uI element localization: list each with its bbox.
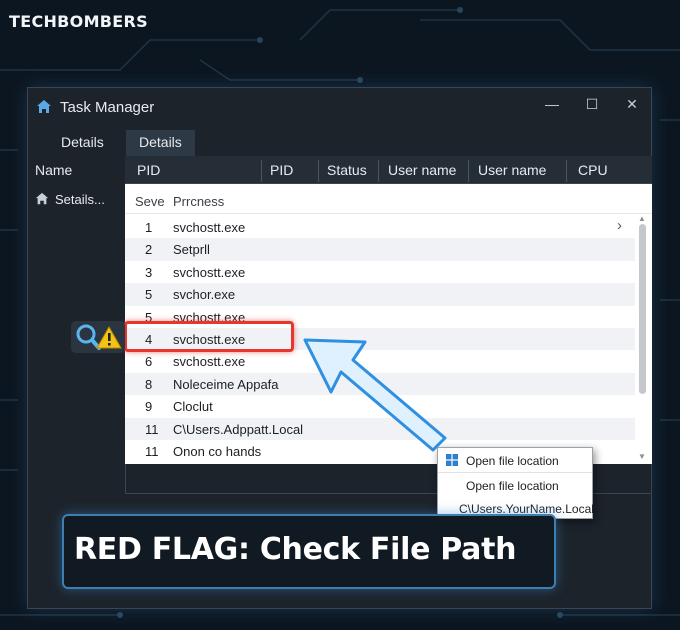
row-process-name: svchostt.exe bbox=[173, 264, 246, 280]
row-pid: 9 bbox=[145, 399, 153, 415]
row-pid: 1 bbox=[145, 220, 153, 235]
expand-chevron-icon[interactable]: › bbox=[617, 217, 622, 234]
pointer-arrow-icon bbox=[303, 338, 447, 452]
column-divider[interactable] bbox=[566, 160, 567, 182]
minimize-button[interactable]: — bbox=[541, 96, 563, 116]
column-user-name[interactable]: User name bbox=[388, 162, 456, 178]
table-row[interactable]: 2 Setprll bbox=[125, 238, 635, 261]
windows-icon bbox=[446, 454, 458, 466]
home-icon bbox=[35, 192, 49, 205]
row-pid: 3 bbox=[145, 264, 153, 280]
close-button[interactable]: ✕ bbox=[621, 96, 643, 116]
tab-details-active[interactable]: Details bbox=[126, 130, 195, 156]
maximize-button[interactable]: ☐ bbox=[581, 96, 603, 116]
menu-item-label: Open file location bbox=[466, 479, 559, 493]
row-pid: 2 bbox=[145, 242, 153, 258]
row-process-name: Onon co hands bbox=[173, 444, 262, 459]
row-process-name: Setprll bbox=[173, 242, 210, 258]
row-pid: 8 bbox=[145, 376, 153, 392]
column-pid-2[interactable]: PID bbox=[270, 162, 293, 178]
context-menu: Open file location Open file location C\… bbox=[437, 447, 594, 519]
row-process-name: svchostt.exe bbox=[173, 220, 246, 235]
left-pane-item[interactable]: Setails... bbox=[35, 190, 105, 208]
column-cpu[interactable]: CPU bbox=[578, 162, 608, 178]
list-header-col2[interactable]: Prrcness bbox=[173, 194, 224, 209]
row-process-name: Noleceime Appafa bbox=[173, 376, 279, 392]
row-pid: 11 bbox=[145, 421, 159, 437]
row-process-name: C\Users.Adppatt.Local bbox=[173, 421, 304, 437]
column-status[interactable]: Status bbox=[327, 162, 367, 178]
left-pane-header: Name bbox=[35, 162, 73, 178]
tab-details[interactable]: Details bbox=[48, 130, 117, 156]
list-header-col1[interactable]: Seve bbox=[135, 194, 165, 209]
brand-logo: TECHBOMBERS bbox=[9, 12, 148, 31]
title-bar[interactable]: Task Manager — ☐ ✕ bbox=[28, 88, 651, 124]
table-row[interactable]: 5 svchor.exe bbox=[125, 283, 635, 306]
column-divider[interactable] bbox=[378, 160, 379, 182]
scroll-down-icon[interactable]: ▼ bbox=[635, 452, 649, 462]
row-pid: 11 bbox=[145, 444, 159, 459]
column-header-bar: PID PID Status User name User name CPU bbox=[125, 156, 652, 184]
scroll-up-icon[interactable]: ▲ bbox=[635, 214, 649, 224]
column-user-name-2[interactable]: User name bbox=[478, 162, 546, 178]
menu-item-open-file-location-2[interactable]: Open file location bbox=[438, 472, 592, 496]
menu-item-open-file-location[interactable]: Open file location bbox=[438, 448, 592, 472]
banner-text: RED FLAG: Check File Path bbox=[74, 532, 517, 567]
left-pane-item-label: Setails... bbox=[55, 191, 105, 207]
warning-banner: RED FLAG: Check File Path bbox=[62, 514, 556, 589]
search-warning-badge bbox=[71, 321, 125, 353]
menu-item-label: Open file location bbox=[466, 454, 559, 468]
list-header: Seve Prrcness bbox=[125, 184, 652, 214]
home-icon bbox=[37, 100, 51, 113]
table-row[interactable]: 3 svchostt.exe bbox=[125, 261, 635, 283]
row-process-name: Cloclut bbox=[173, 399, 213, 415]
scrollbar-thumb[interactable] bbox=[639, 224, 646, 394]
row-pid: 5 bbox=[145, 287, 153, 303]
red-highlight-box bbox=[124, 321, 294, 352]
column-divider[interactable] bbox=[318, 160, 319, 182]
table-row[interactable]: 1 svchostt.exe bbox=[125, 216, 635, 238]
row-process-name: svchor.exe bbox=[173, 287, 236, 303]
row-process-name: svchostt.exe bbox=[173, 354, 246, 370]
column-pid[interactable]: PID bbox=[137, 162, 160, 178]
row-pid: 6 bbox=[145, 354, 153, 370]
window-title: Task Manager bbox=[60, 99, 155, 116]
scrollbar[interactable]: ▲ ▼ bbox=[635, 214, 649, 464]
magnifier-warning-icon bbox=[76, 324, 122, 350]
column-divider[interactable] bbox=[468, 160, 469, 182]
column-divider[interactable] bbox=[261, 160, 262, 182]
